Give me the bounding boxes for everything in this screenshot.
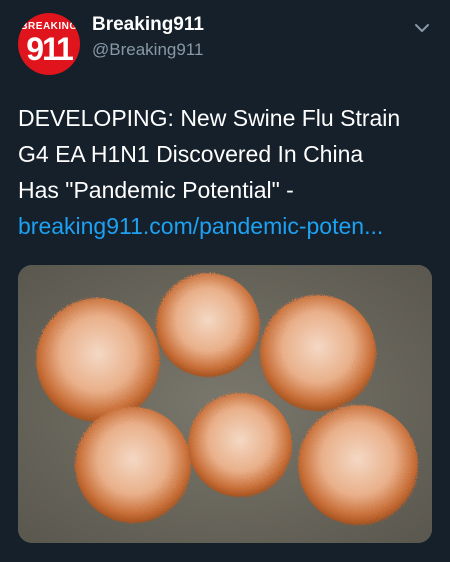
tweet-line: DEVELOPING: New Swine Flu Strain (18, 105, 401, 131)
display-name[interactable]: Breaking911 (92, 14, 204, 36)
chevron-down-icon[interactable] (412, 18, 432, 38)
handle[interactable]: @Breaking911 (92, 40, 203, 60)
tweet-line: Has "Pandemic Potential" - (18, 177, 294, 203)
avatar[interactable]: BREAKING 911 (18, 13, 80, 75)
avatar-number: 911 (26, 31, 74, 67)
tweet-media-image[interactable] (18, 265, 432, 543)
tweet-line: G4 EA H1N1 Discovered In China (18, 141, 364, 167)
tweet-link[interactable]: breaking911.com/pandemic-poten... (18, 208, 438, 244)
tweet-text: DEVELOPING: New Swine Flu Strain G4 EA H… (18, 100, 438, 244)
